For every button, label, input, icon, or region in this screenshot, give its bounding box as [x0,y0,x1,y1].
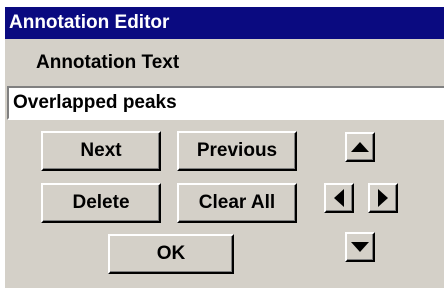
window-top-edge [0,0,444,7]
annotation-editor-window: Annotation Editor Annotation Text Overla… [0,0,444,288]
previous-button[interactable]: Previous [177,131,297,171]
annotation-text-label: Annotation Text [36,52,180,73]
delete-button[interactable]: Delete [41,183,161,223]
up-arrow-button[interactable] [345,132,375,162]
down-arrow-button[interactable] [345,232,375,262]
annotation-text-input[interactable]: Overlapped peaks [7,86,444,120]
right-arrow-button[interactable] [368,183,398,213]
left-arrow-button[interactable] [324,183,354,213]
ok-button[interactable]: OK [108,234,234,274]
clear-all-button[interactable]: Clear All [177,183,297,223]
up-arrow-icon [351,142,369,152]
next-button[interactable]: Next [41,131,161,171]
window-left-edge [0,0,5,288]
left-arrow-icon [334,189,344,207]
right-arrow-icon [378,189,388,207]
down-arrow-icon [351,242,369,252]
title-bar: Annotation Editor [5,7,444,39]
